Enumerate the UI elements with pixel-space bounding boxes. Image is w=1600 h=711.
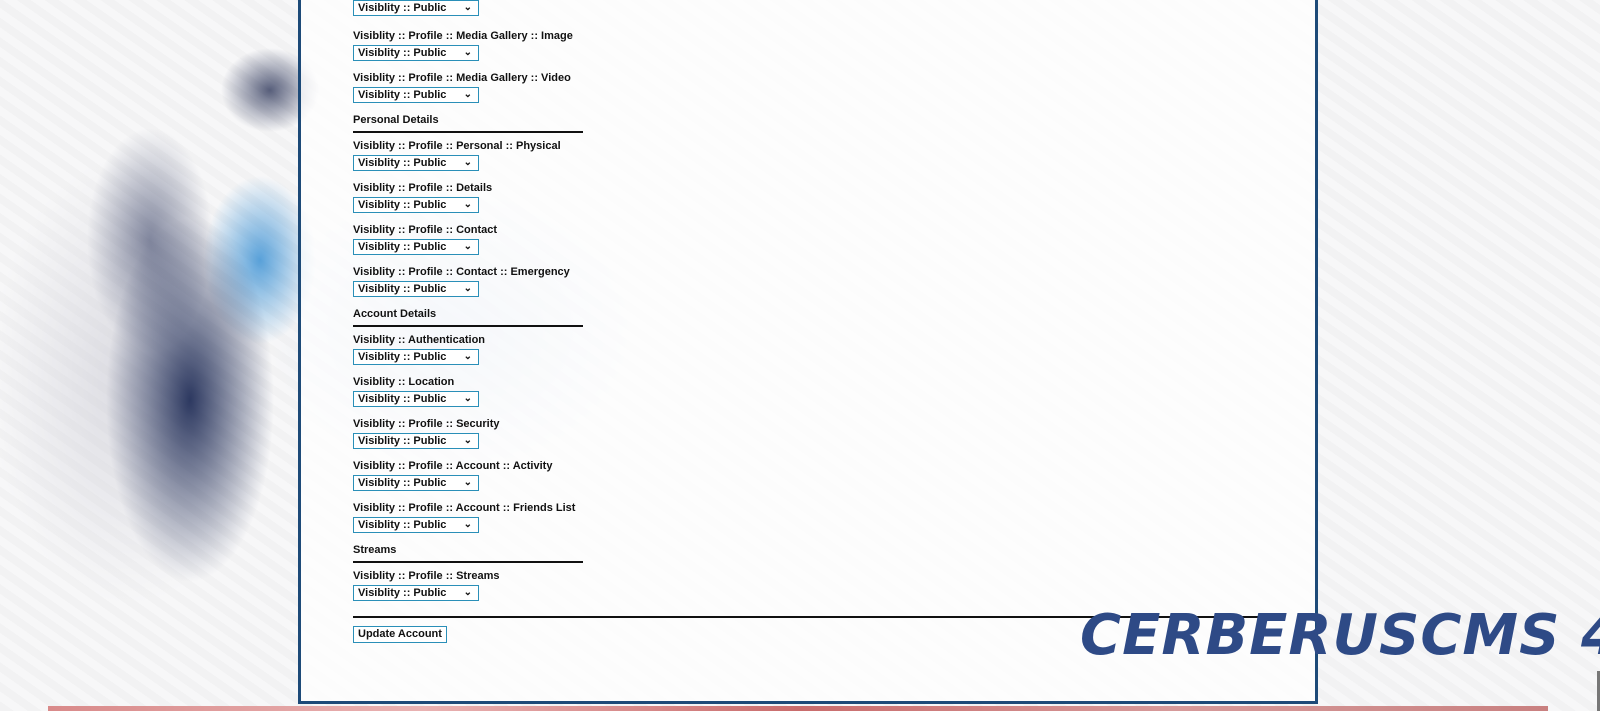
- chevron-down-icon: ⌄: [463, 2, 472, 13]
- visibility-select-contact-emergency[interactable]: Visiblity :: Public ⌄: [353, 281, 479, 297]
- field-label: Visiblity :: Profile :: Details: [353, 182, 493, 194]
- footer-strip: [48, 706, 1548, 711]
- select-value: Visiblity :: Public: [358, 283, 447, 295]
- visibility-field-authentication: Visiblity :: Authentication Visiblity ::…: [353, 334, 485, 365]
- visibility-field-media-video: Visiblity :: Profile :: Media Gallery ::…: [353, 72, 571, 103]
- select-value: Visiblity :: Public: [358, 157, 447, 169]
- field-label: Visiblity :: Location: [353, 376, 455, 388]
- select-value: Visiblity :: Public: [358, 241, 447, 253]
- field-label: Visiblity :: Profile :: Account :: Activ…: [353, 460, 553, 472]
- field-label: Visiblity :: Profile :: Streams: [353, 570, 500, 582]
- chevron-down-icon: ⌄: [463, 519, 472, 530]
- visibility-field-account-activity: Visiblity :: Profile :: Account :: Activ…: [353, 460, 552, 491]
- select-value: Visiblity :: Public: [358, 199, 447, 211]
- visibility-select-media-image[interactable]: Visiblity :: Public ⌄: [353, 45, 479, 61]
- update-account-button[interactable]: Update Account: [353, 626, 447, 643]
- visibility-select-details[interactable]: Visiblity :: Public ⌄: [353, 197, 479, 213]
- select-value: Visiblity :: Public: [358, 351, 447, 363]
- section-divider: [353, 325, 583, 327]
- visibility-select-top[interactable]: Visiblity :: Public ⌄: [353, 0, 479, 16]
- field-label: Visiblity :: Profile :: Contact :: Emerg…: [353, 266, 570, 278]
- section-title-personal: Personal Details: [353, 114, 439, 126]
- visibility-field-details: Visiblity :: Profile :: Details Visiblit…: [353, 182, 492, 213]
- visibility-field-contact: Visiblity :: Profile :: Contact Visiblit…: [353, 224, 497, 255]
- select-value: Visiblity :: Public: [358, 587, 447, 599]
- chevron-down-icon: ⌄: [463, 157, 472, 168]
- select-value: Visiblity :: Public: [358, 519, 447, 531]
- select-value: Visiblity :: Public: [358, 393, 447, 405]
- chevron-down-icon: ⌄: [463, 393, 472, 404]
- account-settings-panel: Visiblity :: Public ⌄ Visiblity :: Profi…: [298, 0, 1318, 704]
- visibility-field-location: Visiblity :: Location Visiblity :: Publi…: [353, 376, 479, 407]
- chevron-down-icon: ⌄: [463, 241, 472, 252]
- visibility-select-media-video[interactable]: Visiblity :: Public ⌄: [353, 87, 479, 103]
- select-value: Visiblity :: Public: [358, 47, 447, 59]
- chevron-down-icon: ⌄: [463, 283, 472, 294]
- chevron-down-icon: ⌄: [463, 435, 472, 446]
- visibility-field-security: Visiblity :: Profile :: Security Visibli…: [353, 418, 500, 449]
- visibility-select-location[interactable]: Visiblity :: Public ⌄: [353, 391, 479, 407]
- visibility-select-streams[interactable]: Visiblity :: Public ⌄: [353, 585, 479, 601]
- chevron-down-icon: ⌄: [463, 89, 472, 100]
- section-title-account: Account Details: [353, 308, 437, 320]
- field-label: Visiblity :: Profile :: Security: [353, 418, 500, 430]
- select-value: Visiblity :: Public: [358, 2, 447, 14]
- visibility-select-friends-list[interactable]: Visiblity :: Public ⌄: [353, 517, 479, 533]
- visibility-select-account-activity[interactable]: Visiblity :: Public ⌄: [353, 475, 479, 491]
- select-value: Visiblity :: Public: [358, 89, 447, 101]
- select-value: Visiblity :: Public: [358, 477, 447, 489]
- section-divider: [353, 561, 583, 563]
- visibility-field-streams: Visiblity :: Profile :: Streams Visiblit…: [353, 570, 500, 601]
- chevron-down-icon: ⌄: [463, 351, 472, 362]
- visibility-select-personal-physical[interactable]: Visiblity :: Public ⌄: [353, 155, 479, 171]
- visibility-select-contact[interactable]: Visiblity :: Public ⌄: [353, 239, 479, 255]
- visibility-field-top: Visiblity :: Public ⌄: [353, 0, 479, 16]
- chevron-down-icon: ⌄: [463, 587, 472, 598]
- visibility-field-friends-list: Visiblity :: Profile :: Account :: Frien…: [353, 502, 575, 533]
- field-label: Visiblity :: Profile :: Account :: Frien…: [353, 502, 576, 514]
- visibility-select-authentication[interactable]: Visiblity :: Public ⌄: [353, 349, 479, 365]
- brand-logo-text: CERBERUSCMS 4: [1080, 603, 1600, 668]
- chevron-down-icon: ⌄: [463, 477, 472, 488]
- visibility-select-security[interactable]: Visiblity :: Public ⌄: [353, 433, 479, 449]
- chevron-down-icon: ⌄: [463, 199, 472, 210]
- visibility-field-contact-emergency: Visiblity :: Profile :: Contact :: Emerg…: [353, 266, 570, 297]
- field-label: Visiblity :: Profile :: Personal :: Phys…: [353, 140, 561, 152]
- field-label: Visiblity :: Authentication: [353, 334, 486, 346]
- section-title-streams: Streams: [353, 544, 397, 556]
- chevron-down-icon: ⌄: [463, 47, 472, 58]
- select-value: Visiblity :: Public: [358, 435, 447, 447]
- visibility-field-personal-physical: Visiblity :: Profile :: Personal :: Phys…: [353, 140, 561, 171]
- field-label: Visiblity :: Profile :: Media Gallery ::…: [353, 72, 571, 84]
- section-divider: [353, 131, 583, 133]
- visibility-field-media-image: Visiblity :: Profile :: Media Gallery ::…: [353, 30, 573, 61]
- field-label: Visiblity :: Profile :: Media Gallery ::…: [353, 30, 573, 42]
- field-label: Visiblity :: Profile :: Contact: [353, 224, 498, 236]
